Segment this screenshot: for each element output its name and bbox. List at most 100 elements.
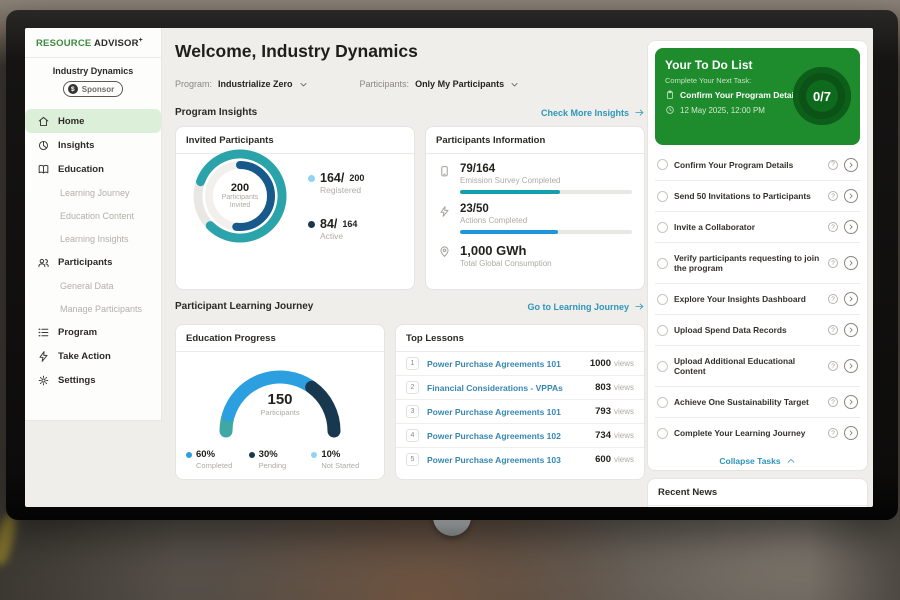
task-checkbox[interactable] xyxy=(657,397,668,408)
task-checkbox[interactable] xyxy=(657,325,668,336)
task-label: Send 50 Invitations to Participants xyxy=(674,191,822,201)
task-row[interactable]: Upload Spend Data Records ? xyxy=(655,314,860,345)
chevron-up-icon xyxy=(786,456,796,466)
task-label: Confirm Your Program Details xyxy=(674,160,822,170)
invited-caption: Participants xyxy=(222,194,259,203)
sidebar-item-general-data[interactable]: General Data xyxy=(25,274,161,297)
actions-icon xyxy=(438,205,451,218)
task-row[interactable]: Complete Your Learning Journey ? xyxy=(655,417,860,448)
next-task-label: Confirm Your Program Details xyxy=(680,90,801,100)
lesson-link[interactable]: Power Purchase Agreements 102 xyxy=(427,431,595,441)
task-checkbox[interactable] xyxy=(657,159,668,170)
sidebar-item-home[interactable]: Home xyxy=(25,109,161,133)
education-gauge-chart: 150 Participants xyxy=(205,357,355,439)
link-label: Go to Learning Journey xyxy=(527,302,629,312)
gear-icon xyxy=(37,374,50,387)
lesson-link[interactable]: Financial Considerations - VPPAs xyxy=(427,383,595,393)
info-icon[interactable]: ? xyxy=(828,361,838,371)
sidebar-item-label: Take Action xyxy=(58,351,111,362)
sidebar-item-participants[interactable]: Participants xyxy=(25,250,161,274)
collapse-label: Collapse Tasks xyxy=(719,456,780,466)
consumption-stat: 1,000 GWh Total Global Consumption xyxy=(426,243,644,268)
info-icon[interactable]: ? xyxy=(828,325,838,335)
sponsor-label: Sponsor xyxy=(82,85,114,94)
task-row[interactable]: Upload Additional Educational Content ? xyxy=(655,345,860,386)
task-checkbox[interactable] xyxy=(657,258,668,269)
not-started-label: Not Started xyxy=(321,461,374,470)
main-content: Welcome, Industry Dynamics Program: Indu… xyxy=(175,28,645,507)
lesson-views: 734 xyxy=(595,430,611,441)
stat-value: 79/164 xyxy=(460,163,632,175)
todo-card: Your To Do List Complete Your Next Task:… xyxy=(647,40,868,471)
info-icon[interactable]: ? xyxy=(828,160,838,170)
lesson-rank: 1 xyxy=(406,357,419,370)
task-open-button[interactable] xyxy=(844,292,858,306)
sidebar-item-take-action[interactable]: Take Action xyxy=(25,344,161,368)
info-icon[interactable]: ? xyxy=(828,294,838,304)
sidebar-item-label: Home xyxy=(58,116,84,127)
sidebar-item-program[interactable]: Program xyxy=(25,320,161,344)
task-row[interactable]: Confirm Your Program Details ? xyxy=(655,149,860,180)
go-to-learning-journey-link[interactable]: Go to Learning Journey xyxy=(527,301,645,312)
views-suffix: views xyxy=(614,431,634,440)
task-open-button[interactable] xyxy=(844,323,858,337)
task-row[interactable]: Send 50 Invitations to Participants ? xyxy=(655,180,860,211)
app-logo: RESOURCE ADVISOR+ xyxy=(25,28,161,49)
lesson-link[interactable]: Power Purchase Agreements 101 xyxy=(427,359,590,369)
lesson-link[interactable]: Power Purchase Agreements 103 xyxy=(427,455,595,465)
link-label: Check More Insights xyxy=(541,108,629,118)
collapse-tasks-link[interactable]: Collapse Tasks xyxy=(655,448,860,471)
task-checkbox[interactable] xyxy=(657,191,668,202)
section-title: Program Insights xyxy=(175,107,257,118)
sidebar-item-manage-participants[interactable]: Manage Participants xyxy=(25,297,161,320)
task-open-button[interactable] xyxy=(844,359,858,373)
sidebar-item-label: Manage Participants xyxy=(60,304,142,314)
task-open-button[interactable] xyxy=(844,426,858,440)
list-icon xyxy=(37,326,50,339)
lesson-link[interactable]: Power Purchase Agreements 101 xyxy=(427,407,595,417)
info-icon[interactable]: ? xyxy=(828,397,838,407)
task-checkbox[interactable] xyxy=(657,222,668,233)
task-checkbox[interactable] xyxy=(657,361,668,372)
actions-progress-bar xyxy=(460,230,632,234)
info-icon[interactable]: ? xyxy=(828,428,838,438)
active-total: 164 xyxy=(342,219,357,229)
participants-dropdown[interactable]: Participants: Only My Participants xyxy=(360,79,520,89)
chevron-right-icon xyxy=(847,398,855,406)
task-checkbox[interactable] xyxy=(657,294,668,305)
sidebar-item-settings[interactable]: Settings xyxy=(25,368,161,392)
task-row[interactable]: Verify participants requesting to join t… xyxy=(655,242,860,283)
task-row[interactable]: Achieve One Sustainability Target ? xyxy=(655,386,860,417)
registered-value: 164/ xyxy=(320,171,344,185)
emission-survey-stat: 79/164 Emission Survey Completed xyxy=(426,163,644,194)
task-open-button[interactable] xyxy=(844,189,858,203)
info-icon[interactable]: ? xyxy=(828,222,838,232)
sidebar-item-label: Insights xyxy=(58,140,94,151)
info-icon[interactable]: ? xyxy=(828,191,838,201)
info-icon[interactable]: ? xyxy=(828,258,838,268)
task-open-button[interactable] xyxy=(844,256,858,270)
legend-not-started: 10% Not Started xyxy=(311,449,374,470)
sponsor-badge[interactable]: $ Sponsor xyxy=(63,81,123,97)
task-row[interactable]: Invite a Collaborator ? xyxy=(655,211,860,242)
chevron-right-icon xyxy=(847,326,855,334)
home-icon xyxy=(37,115,50,128)
registered-label: Registered xyxy=(320,185,364,195)
task-checkbox[interactable] xyxy=(657,428,668,439)
card-title: Education Progress xyxy=(176,325,384,352)
sidebar-item-education-content[interactable]: Education Content xyxy=(25,204,161,227)
task-row[interactable]: Explore Your Insights Dashboard ? xyxy=(655,283,860,314)
lesson-rank: 2 xyxy=(406,381,419,394)
task-open-button[interactable] xyxy=(844,395,858,409)
sidebar-item-education[interactable]: Education xyxy=(25,157,161,181)
sidebar-item-learning-journey[interactable]: Learning Journey xyxy=(25,181,161,204)
task-open-button[interactable] xyxy=(844,158,858,172)
arrow-right-icon xyxy=(634,301,645,312)
sidebar-item-learning-insights[interactable]: Learning Insights xyxy=(25,227,161,250)
sidebar-item-label: Settings xyxy=(58,375,95,386)
pending-pct: 30% xyxy=(259,449,278,460)
program-dropdown[interactable]: Program: Industrialize Zero xyxy=(175,79,308,89)
check-more-insights-link[interactable]: Check More Insights xyxy=(541,107,645,118)
task-open-button[interactable] xyxy=(844,220,858,234)
sidebar-item-insights[interactable]: Insights xyxy=(25,133,161,157)
